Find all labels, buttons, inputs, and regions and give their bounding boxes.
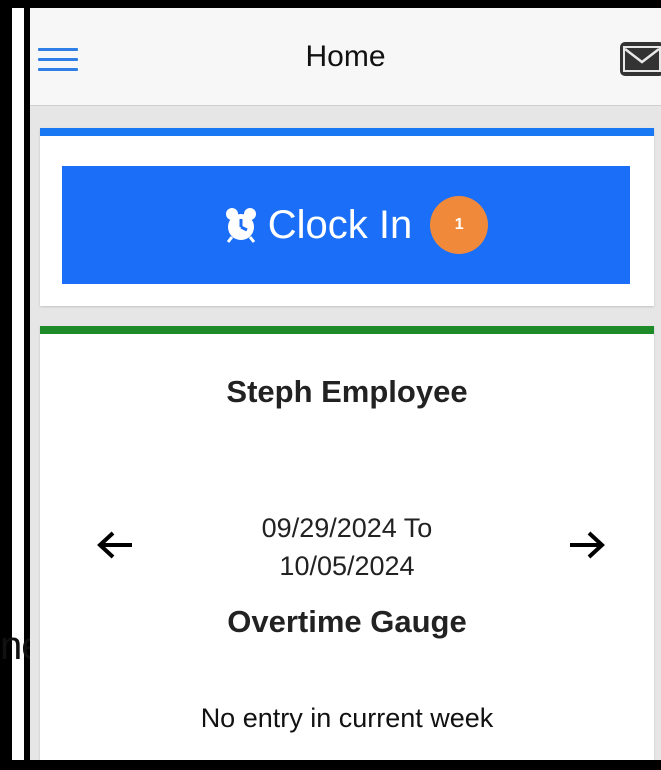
messages-button[interactable]	[620, 42, 661, 76]
date-range-end: 10/05/2024	[279, 550, 415, 581]
overtime-gauge-title: Overtime Gauge	[227, 604, 467, 639]
clock-in-badge: 1	[430, 196, 489, 254]
arrow-left-icon	[97, 531, 132, 559]
no-entry-message: No entry in current week	[200, 703, 494, 733]
employee-card: Steph Employee 09/29/2024 To 10/05/2024 …	[40, 326, 654, 760]
arrow-right-icon	[570, 531, 605, 559]
alarm-clock-icon	[225, 208, 256, 243]
clock-in-card: Clock In 1	[40, 128, 654, 306]
app-screen: Home Clock In 1 Steph Employee 09/29/202…	[30, 8, 661, 760]
frame-border-top	[0, 0, 661, 8]
next-week-button[interactable]	[566, 530, 606, 560]
date-range: 09/29/2024 To 10/05/2024	[190, 510, 504, 586]
clock-in-label: Clock In	[267, 202, 413, 247]
clock-in-button[interactable]: Clock In 1	[62, 166, 630, 284]
employee-name: Steph Employee	[226, 374, 468, 409]
page-title: Home	[305, 40, 386, 73]
previous-week-button[interactable]	[96, 530, 136, 560]
screenshot-stage: ne Home Clock In 1 Steph Employee 09/29/…	[0, 0, 661, 770]
frame-border-bottom	[0, 760, 661, 770]
date-range-start: 09/29/2024 To	[261, 513, 433, 543]
app-header: Home	[30, 8, 661, 106]
envelope-icon	[623, 46, 661, 72]
clock-in-content: Clock In 1	[224, 196, 489, 254]
